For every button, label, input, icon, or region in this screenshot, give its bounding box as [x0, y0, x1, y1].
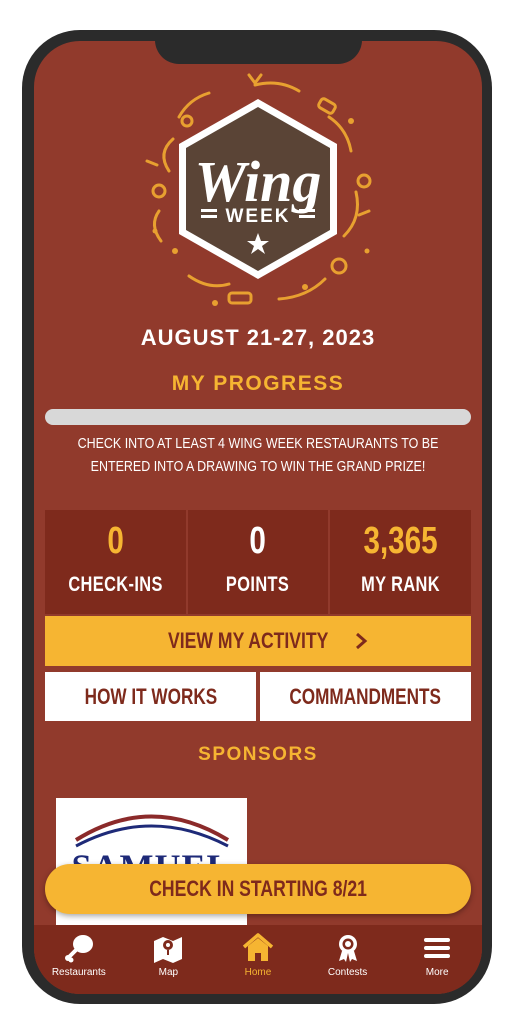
- tab-more[interactable]: More: [392, 925, 482, 994]
- stats-panel: 0 CHECK-INS 0 POINTS 3,365 MY RANK: [45, 510, 472, 614]
- tab-restaurants[interactable]: Restaurants: [34, 925, 124, 994]
- home-icon: [242, 933, 274, 961]
- menu-icon: [424, 938, 451, 958]
- phone-notch: [155, 30, 362, 64]
- stat-rank: 3,365 MY RANK: [330, 510, 472, 614]
- app-screen: Wing WEEK AUGUST 21-27, 2023 MY PROGRESS…: [34, 41, 482, 994]
- commandments-label: COMMANDMENTS: [289, 683, 442, 709]
- stat-label: MY RANK: [361, 573, 441, 596]
- event-dates: AUGUST 21-27, 2023: [140, 325, 376, 350]
- stat-value: 3,365: [363, 520, 438, 562]
- check-in-button[interactable]: CHECK IN STARTING 8/21: [45, 864, 471, 914]
- progress-instructions: CHECK INTO AT LEAST 4 WING WEEK RESTAURA…: [77, 436, 439, 475]
- svg-text:WEEK: WEEK: [226, 206, 291, 227]
- bottom-tab-bar: Restaurants Map Home Contests More: [34, 925, 482, 994]
- chevron-right-icon: [356, 632, 368, 650]
- stat-label: CHECK-INS: [68, 573, 163, 596]
- stat-value: 0: [107, 520, 124, 562]
- how-it-works-label: HOW IT WORKS: [84, 683, 217, 709]
- stat-check-ins: 0 CHECK-INS: [45, 510, 186, 614]
- stat-points: 0 POINTS: [187, 510, 329, 614]
- drumstick-icon: [64, 935, 93, 963]
- tab-label: Map: [158, 967, 179, 978]
- sponsors-title: SPONSORS: [198, 744, 318, 765]
- progress-title: MY PROGRESS: [171, 372, 345, 395]
- tab-label: Contests: [327, 967, 368, 978]
- award-icon: [338, 935, 357, 962]
- check-in-label: CHECK IN STARTING 8/21: [149, 876, 367, 901]
- tab-contests[interactable]: Contests: [303, 925, 393, 994]
- tab-home[interactable]: Home: [213, 925, 303, 994]
- view-activity-button[interactable]: VIEW MY ACTIVITY: [45, 616, 471, 666]
- info-buttons-row: HOW IT WORKS COMMANDMENTS: [45, 672, 471, 721]
- stat-value: 0: [249, 520, 267, 562]
- tab-map[interactable]: Map: [124, 925, 214, 994]
- how-it-works-button[interactable]: HOW IT WORKS: [45, 672, 256, 721]
- tab-label: Restaurants: [51, 967, 106, 978]
- tab-label: More: [425, 967, 449, 978]
- map-icon: [154, 937, 183, 963]
- progress-bar: [45, 409, 471, 425]
- wing-week-logo: Wing WEEK: [145, 73, 372, 306]
- svg-text:Wing: Wing: [195, 149, 322, 214]
- tab-label: Home: [244, 967, 272, 978]
- commandments-button[interactable]: COMMANDMENTS: [260, 672, 471, 721]
- view-activity-label: VIEW MY ACTIVITY: [167, 628, 329, 653]
- stat-label: POINTS: [226, 573, 290, 596]
